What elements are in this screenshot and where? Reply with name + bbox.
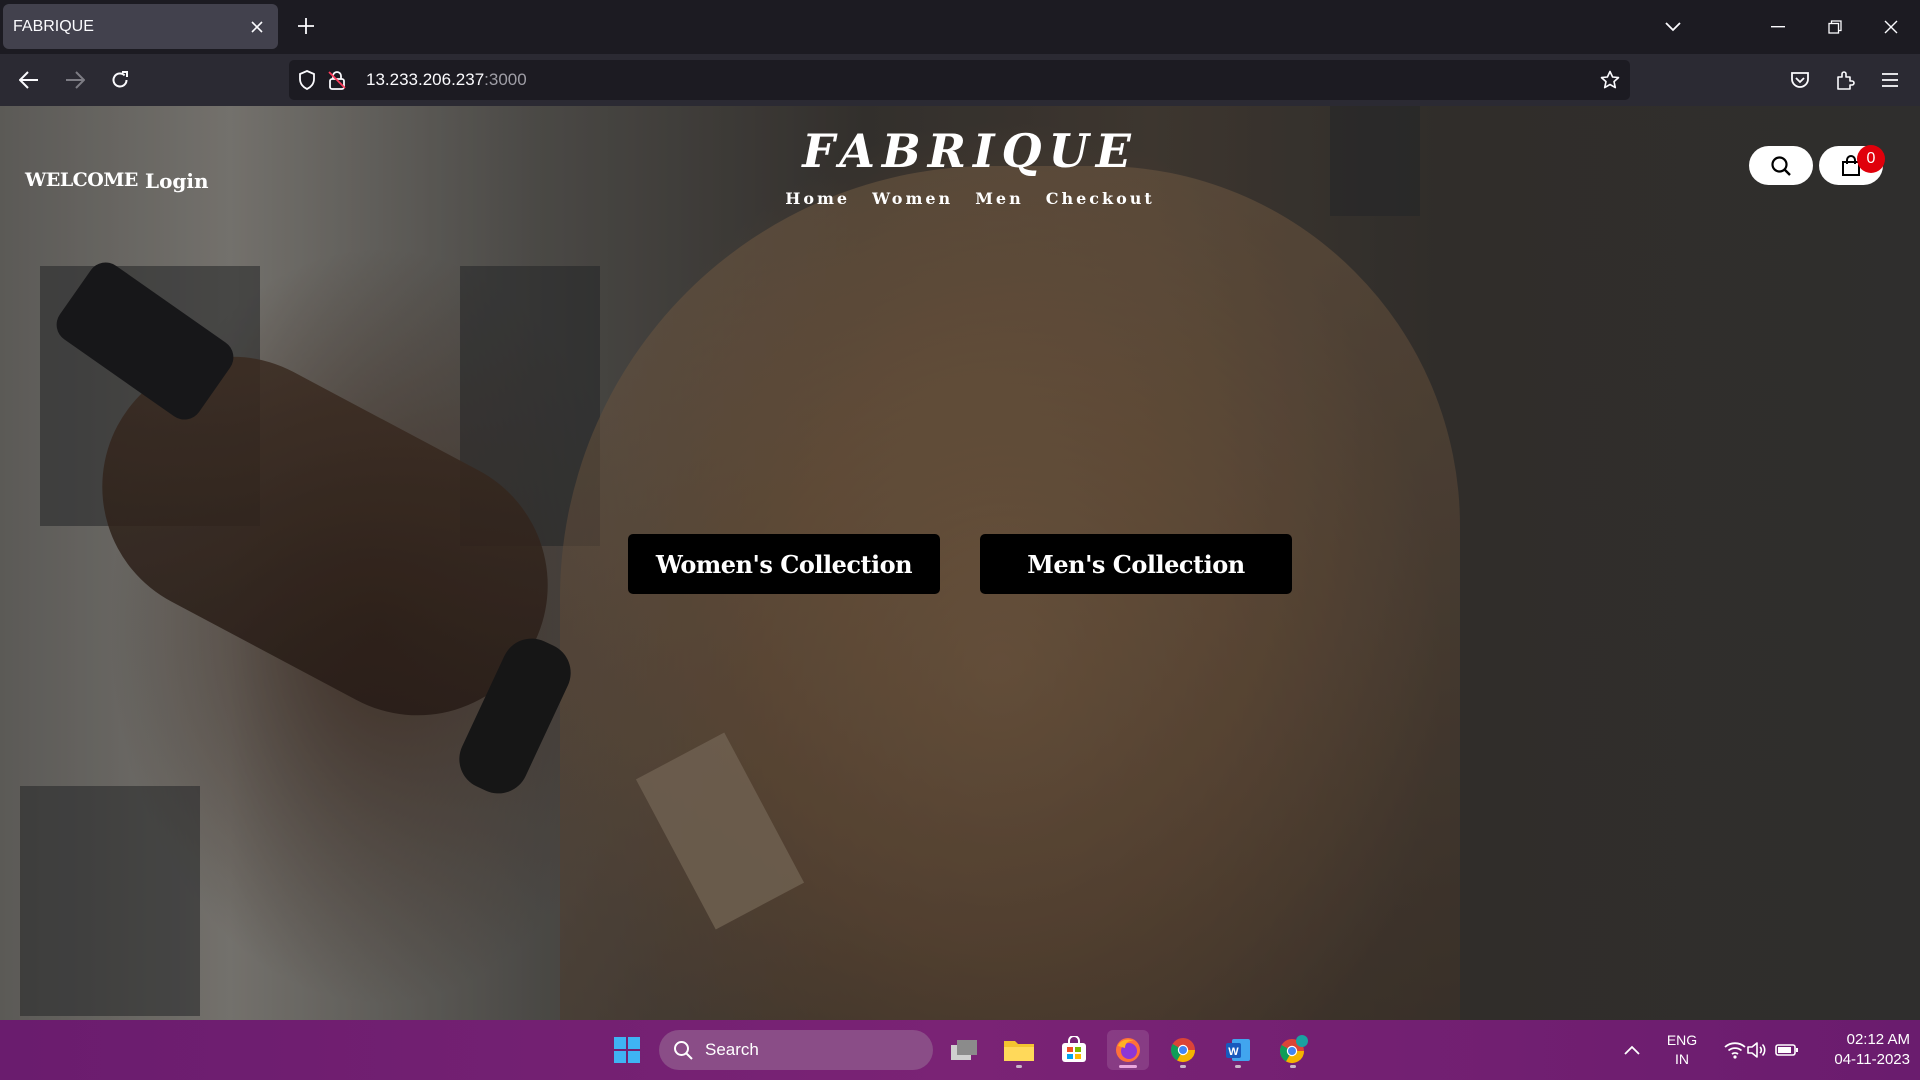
tab-title: FABRIQUE <box>13 17 94 35</box>
new-tab-icon[interactable] <box>293 13 319 39</box>
mens-collection-button[interactable]: Men's Collection <box>980 534 1292 594</box>
shield-icon[interactable] <box>296 69 318 91</box>
task-view-icon[interactable] <box>943 1030 985 1070</box>
chrome-profile-icon[interactable] <box>1272 1030 1314 1070</box>
search-button[interactable] <box>1749 146 1813 185</box>
running-indicator <box>1290 1065 1296 1068</box>
clock[interactable]: 02:12 AM 04-11-2023 <box>1810 1030 1910 1070</box>
welcome-text: WELCOME <box>25 169 138 191</box>
url-text[interactable]: 13.233.206.237:3000 <box>366 70 527 90</box>
word-icon[interactable]: W <box>1217 1030 1259 1070</box>
windows-start-icon[interactable] <box>606 1030 648 1070</box>
hero-section: WELCOME Login FABRIQUE Home Women Men Ch… <box>0 106 1920 1020</box>
menu-icon[interactable] <box>1875 65 1905 95</box>
browser-toolbar: 13.233.206.237:3000 <box>0 54 1920 106</box>
svg-text:W: W <box>1228 1046 1239 1058</box>
reload-icon[interactable] <box>105 65 135 95</box>
pocket-icon[interactable] <box>1785 65 1815 95</box>
battery-icon[interactable] <box>1767 1030 1807 1070</box>
firefox-icon[interactable] <box>1107 1030 1149 1070</box>
running-indicator <box>1235 1065 1241 1068</box>
list-all-tabs-icon[interactable] <box>1660 14 1686 40</box>
main-nav: Home Women Men Checkout <box>785 189 1152 208</box>
browser-tab[interactable]: FABRIQUE <box>3 4 278 49</box>
tab-close-icon[interactable] <box>246 16 268 38</box>
extensions-icon[interactable] <box>1830 65 1860 95</box>
hero-overlay <box>0 106 1920 1020</box>
nav-men[interactable]: Men <box>975 189 1024 208</box>
region-code: IN <box>1675 1051 1689 1067</box>
minimize-icon[interactable] <box>1763 12 1793 42</box>
forward-icon[interactable] <box>60 65 90 95</box>
restore-icon[interactable] <box>1820 12 1850 42</box>
browser-tab-bar: FABRIQUE <box>0 0 1920 54</box>
womens-collection-button[interactable]: Women's Collection <box>628 534 940 594</box>
cart-count-badge: 0 <box>1857 145 1885 173</box>
nav-checkout[interactable]: Checkout <box>1046 189 1155 208</box>
active-indicator <box>1119 1065 1137 1068</box>
taskbar-search[interactable]: Search <box>659 1030 933 1070</box>
language-code: ENG <box>1666 1032 1698 1048</box>
url-port: :3000 <box>484 70 527 89</box>
chrome-icon[interactable] <box>1162 1030 1204 1070</box>
address-bar[interactable]: 13.233.206.237:3000 <box>289 60 1630 100</box>
file-explorer-icon[interactable] <box>998 1030 1040 1070</box>
site-logo[interactable]: FABRIQUE <box>760 124 1180 178</box>
close-window-icon[interactable] <box>1876 12 1906 42</box>
language-indicator[interactable]: ENG IN <box>1663 1031 1701 1069</box>
running-indicator <box>1016 1065 1022 1068</box>
back-icon[interactable] <box>14 65 44 95</box>
windows-taskbar: Search W ENG IN 02:12 AM 04-11-2023 <box>0 1020 1920 1080</box>
url-host: 13.233.206.237 <box>366 70 485 89</box>
running-indicator <box>1180 1065 1186 1068</box>
clock-time: 02:12 AM <box>1846 1031 1910 1048</box>
login-link[interactable]: Login <box>145 169 209 193</box>
bookmark-star-icon[interactable] <box>1599 69 1621 91</box>
nav-home[interactable]: Home <box>785 189 850 208</box>
search-icon <box>674 1041 693 1060</box>
microsoft-store-icon[interactable] <box>1053 1030 1095 1070</box>
insecure-lock-icon[interactable] <box>326 69 348 91</box>
search-icon <box>1771 155 1791 176</box>
taskbar-search-placeholder: Search <box>705 1040 759 1059</box>
show-hidden-icons-chevron-icon[interactable] <box>1611 1030 1653 1070</box>
clock-date: 04-11-2023 <box>1834 1051 1910 1068</box>
nav-women[interactable]: Women <box>872 189 953 208</box>
